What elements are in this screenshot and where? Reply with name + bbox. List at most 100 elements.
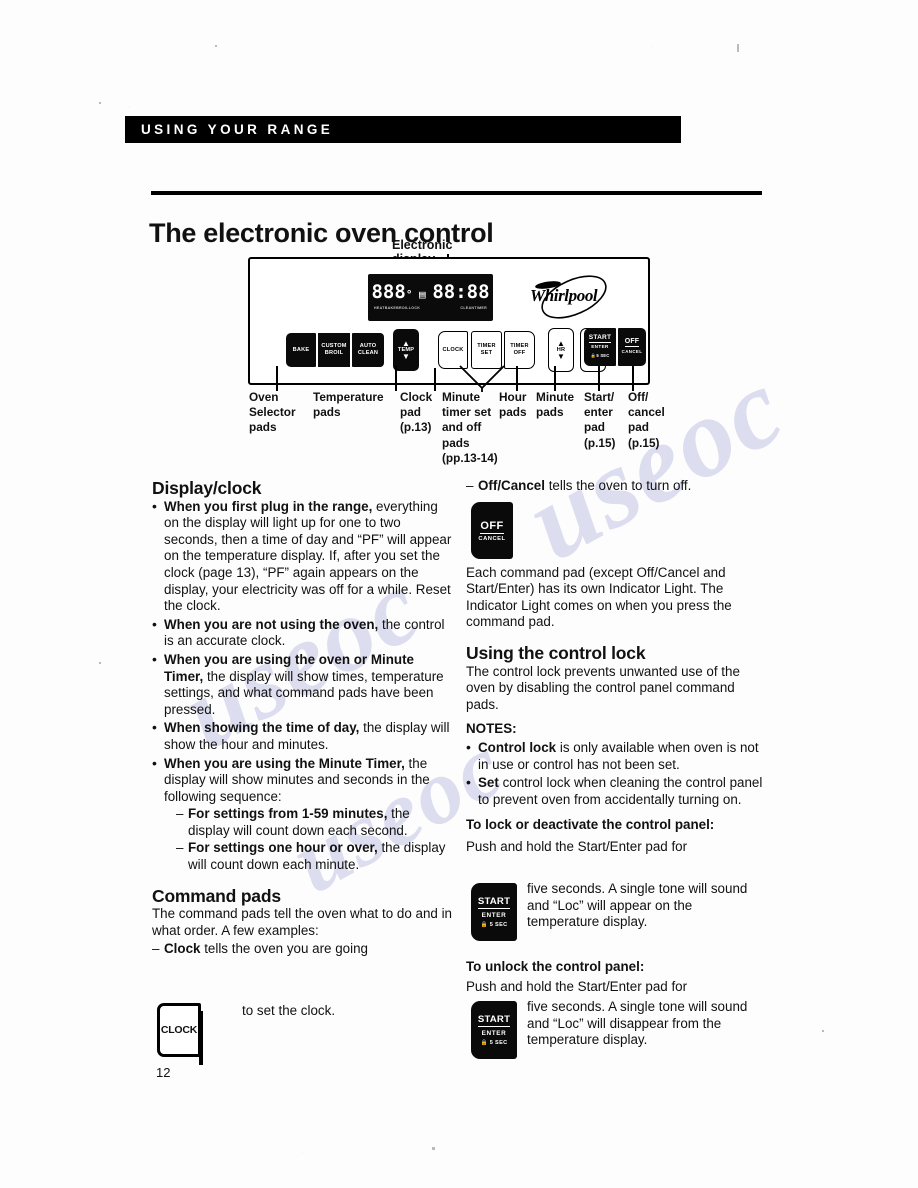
start-example-label-3: 🔒 5 SEC (480, 1040, 508, 1046)
start-enter-pad[interactable]: START ENTER 🔒 5 SEC (584, 328, 616, 366)
list-item: Set control lock when cleaning the contr… (466, 774, 766, 808)
start-example-label-1: START (477, 896, 511, 909)
start-enter-pad-label-1: START (588, 334, 612, 343)
whirlpool-logo: Whirlpool (522, 275, 622, 319)
start-enter-pad-label-3: 🔒 5 SEC (590, 352, 610, 358)
hr-down-arrow-icon[interactable]: ▼ (557, 353, 565, 361)
leader-tick-oven-selector (276, 366, 278, 391)
display-indicator-clean: CLEAN (460, 305, 475, 311)
control-lock-intro: The control lock prevents unwanted use o… (466, 663, 740, 712)
temp-pad[interactable]: ▲ TEMP ▼ (393, 329, 419, 371)
start-enter-pad-example-unlock[interactable]: START ENTER 🔒 5 SEC (471, 1001, 517, 1059)
hr-up-arrow-icon[interactable]: ▲ (557, 339, 565, 347)
scan-speck (822, 1030, 824, 1032)
display-clock-heading: Display/clock (152, 478, 262, 498)
custom-broil-pad[interactable]: CUSTOM BROIL (318, 333, 350, 367)
timer-off-pad-label-2: OFF (513, 350, 526, 356)
custom-broil-pad-label-2: BROIL (324, 350, 344, 356)
display-indicator-lock: LOCK (408, 305, 421, 311)
command-pads-intro: The command pads tell the oven what to d… (152, 906, 452, 938)
off-cancel-pad[interactable]: OFF CANCEL (618, 328, 646, 366)
timer-off-pad[interactable]: TIMER OFF (504, 331, 535, 369)
temp-down-arrow-icon[interactable]: ▼ (402, 353, 410, 361)
scan-speck (99, 102, 101, 104)
bake-pad[interactable]: BAKE (286, 333, 316, 367)
off-cancel-example-label-2: CANCEL (478, 535, 506, 542)
start-enter-pad-example-lock[interactable]: START ENTER 🔒 5 SEC (471, 883, 517, 941)
page-number: 12 (156, 1065, 171, 1080)
leader-tick-off-cancel (632, 366, 634, 391)
start-example-label-2: ENTER (481, 911, 507, 919)
off-cancel-pad-label-1: OFF (624, 338, 640, 347)
display-clock-digits: 88:88 (432, 281, 490, 303)
to-lock-line1: Push and hold the Start/Enter pad for (466, 838, 688, 854)
off-cancel-example-label-1: OFF (480, 519, 504, 534)
scan-speck (215, 45, 217, 47)
note-lead: Set (478, 775, 499, 791)
leader-tick-start-enter (598, 366, 600, 391)
clock-command-lead: Clock (164, 941, 201, 957)
scan-speck (737, 44, 739, 52)
display-clock-bullets: When you first plug in the range, everyt… (152, 498, 452, 874)
control-lock-heading: Using the control lock (466, 642, 646, 663)
leader-tick-temperature (395, 366, 397, 391)
leader-v-minute-timer (459, 365, 505, 392)
note-lead: Control lock (478, 739, 557, 755)
notes-heading: NOTES: (466, 721, 517, 737)
off-cancel-command-rest: tells the oven to turn off. (544, 478, 692, 493)
minute-pads-label: Minute pads (536, 390, 575, 420)
display-indicator-timer: TIMER (474, 305, 487, 311)
list-item: When showing the time of day, the displa… (152, 719, 452, 753)
off-cancel-pad-label-2: CANCEL (621, 348, 643, 354)
subitem-lead: For settings from 1-59 minutes, (188, 806, 388, 822)
start-example-label-1: START (477, 1014, 511, 1027)
leader-tick-clock (434, 368, 436, 391)
bullet-lead: When showing the time of day, (164, 720, 360, 736)
display-indicator-heat: HEAT (374, 305, 385, 311)
lock-instruction-body: five seconds. A single tone will sound a… (527, 881, 748, 930)
display-temp-digits: 888 (371, 281, 406, 303)
timer-set-pad-label-2: SET (480, 350, 493, 356)
off-cancel-command-lead: Off/Cancel (478, 478, 545, 493)
to-unlock-heading: To unlock the control panel: (466, 959, 645, 974)
clock-pad-label: CLOCK (442, 346, 464, 353)
unlock-instruction-body: five seconds. A single tone will sound a… (527, 999, 748, 1048)
display-indicator-labels: HEAT BAKE BROIL LOCK CLEAN TIMER (374, 306, 487, 310)
temp-up-arrow-icon[interactable]: ▲ (402, 339, 410, 347)
clock-pad-label: Clock pad (p.13) (400, 390, 433, 435)
minute-timer-pads-label: Minute timer set and off pads (pp.13-14) (442, 390, 498, 465)
title-rule (151, 191, 762, 195)
start-enter-pad-label: Start/ enter pad (p.15) (584, 390, 616, 450)
clock-command-item: Clock tells the oven you are going (152, 941, 452, 958)
clock-pad-example[interactable]: CLOCK (157, 1003, 203, 1065)
list-item: When you are using the Minute Timer, the… (152, 754, 452, 874)
control-lock-notes: Control lock is only available when oven… (466, 739, 766, 808)
list-item: When you are not using the oven, the con… (152, 616, 452, 650)
bullet-lead: When you are not using the oven, (164, 616, 379, 632)
off-cancel-pad-label: Off/ cancel pad (p.15) (628, 390, 665, 450)
minute-timer-subitems: For settings from 1-59 minutes, the disp… (164, 806, 452, 873)
electronic-display: 888° ▤ 88:88 HEAT BAKE BROIL LOCK CLEAN … (368, 274, 493, 321)
scan-speck (432, 1147, 435, 1150)
timer-set-pad-label-1: TIMER (477, 343, 496, 350)
section-banner: USING YOUR RANGE (125, 116, 681, 143)
off-cancel-pad-example[interactable]: OFF CANCEL (471, 502, 513, 559)
display-indicator-bake: BAKE (384, 305, 397, 311)
custom-broil-pad-label-1: CUSTOM (321, 343, 347, 350)
hour-pads-label: Hour pads (499, 390, 527, 420)
clock-command-wrap: to set the clock. (242, 1003, 336, 1018)
display-digits: 888° ▤ 88:88 (371, 281, 490, 303)
start-example-label-2: ENTER (481, 1029, 507, 1037)
clock-command-rest: tells the oven you are going (200, 941, 368, 957)
to-lock-heading: To lock or deactivate the control panel: (466, 817, 715, 833)
padlock-icon: 🔒 (480, 1040, 488, 1046)
manual-page: useoc useoc useoc USING YOUR RANGE The e… (0, 0, 918, 1188)
bullet-rest: everything on the display will light up … (164, 498, 452, 614)
scan-speck (99, 662, 101, 664)
leader-tick-hour (516, 366, 518, 391)
list-item: For settings one hour or over, the displ… (176, 840, 452, 873)
hr-pad[interactable]: ▲ HR ▼ (548, 328, 574, 372)
auto-clean-pad[interactable]: AUTO CLEAN (352, 333, 384, 367)
off-cancel-command-item: Off/Cancel tells the oven to turn off. (466, 478, 766, 495)
start-example-label-3: 🔒 5 SEC (480, 922, 508, 928)
